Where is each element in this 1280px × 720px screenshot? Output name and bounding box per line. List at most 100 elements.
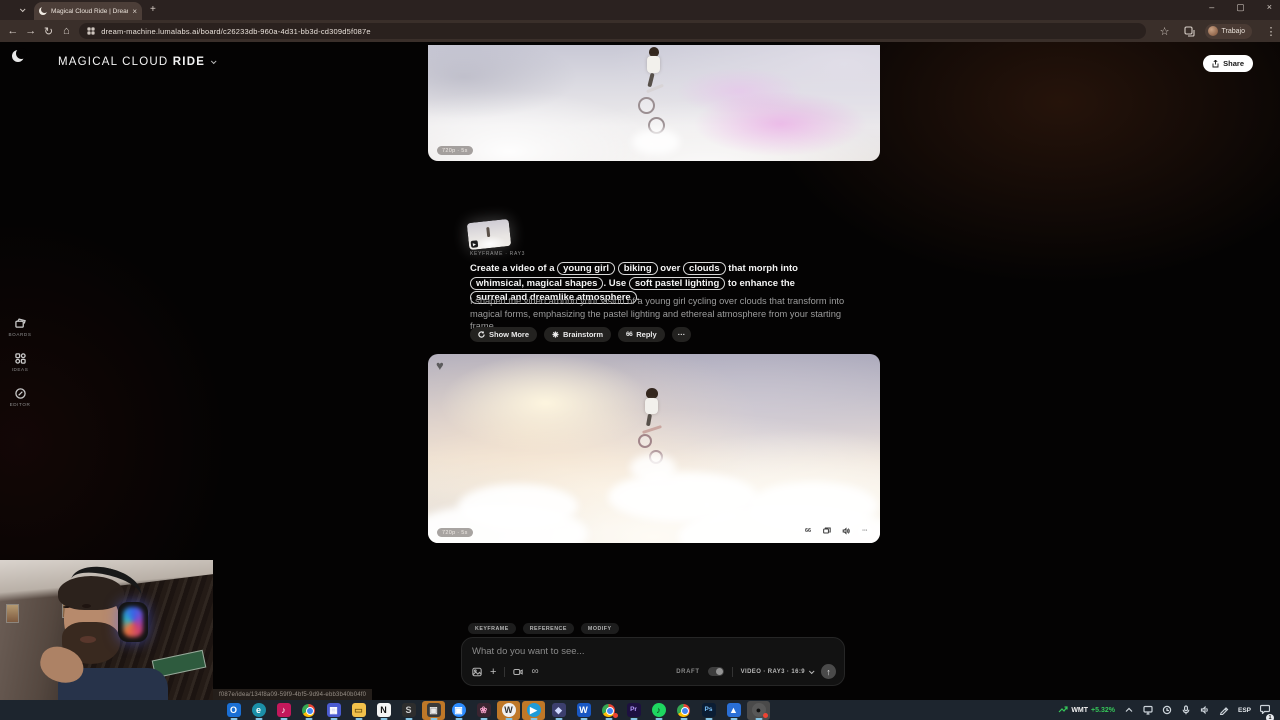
taskbar-app-premiere-pro[interactable]: Pr: [622, 701, 645, 720]
pen-icon[interactable]: [1219, 705, 1229, 715]
video-main[interactable]: ♥ 720p · 5s 66 ···: [428, 354, 880, 543]
prompt-pill[interactable]: clouds: [683, 262, 726, 275]
stock-chart-icon: [1058, 706, 1068, 713]
taskbar-app-w-app[interactable]: W: [497, 700, 520, 720]
taskbar-app-recorder-app[interactable]: ●: [747, 700, 770, 720]
taskbar-app-window-app[interactable]: ▣: [422, 700, 445, 720]
address-bar[interactable]: dream-machine.lumalabs.ai/board/c26233db…: [79, 23, 1146, 39]
sidebar-item-ideas[interactable]: IDEAS: [6, 353, 34, 372]
draft-toggle[interactable]: [707, 667, 724, 676]
prompt-pill[interactable]: soft pastel lighting: [628, 276, 726, 290]
draft-label: DRAFT: [676, 668, 700, 675]
screen: Magical Cloud Ride | Dream M... × + – ▢ …: [0, 0, 1280, 720]
tray-expand-icon[interactable]: [1124, 705, 1134, 715]
link-preview-statusbar: f087e/idea/134f8a09-59f9-4bf5-9d94-ebb3b…: [213, 689, 373, 700]
more-actions-button[interactable]: ···: [671, 327, 692, 342]
sidebar-item-editor[interactable]: EDITOR: [6, 388, 34, 407]
reload-icon[interactable]: ↻: [40, 25, 58, 38]
taskbar-app-chrome-profile3[interactable]: [672, 701, 695, 720]
maximize-button[interactable]: ▢: [1236, 2, 1245, 13]
heart-icon[interactable]: ♥: [436, 358, 444, 373]
video-camera-icon[interactable]: [513, 667, 524, 677]
taskbar-app-play-app[interactable]: ▶: [522, 700, 545, 720]
ideas-icon: [14, 353, 26, 364]
resolution-badge: 720p · 5s: [437, 146, 473, 155]
taskbar-app-music-app[interactable]: ♪: [272, 701, 295, 720]
prompt-composer: + ∞ DRAFT VIDEO · RAY3 · 16:9 ↑: [461, 637, 845, 686]
home-icon[interactable]: ⌂: [57, 25, 75, 37]
taskbar: Oe ♪ ▦ ▭ N S ▣ ▣ ❀ W ▶ ◆ W Pr ♪ Ps ▲ ● WMT +5.32% ESP 1: [0, 700, 1280, 720]
tab-keyframe[interactable]: KEYFRAME: [468, 623, 516, 634]
prompt-input[interactable]: [472, 646, 772, 657]
language-indicator[interactable]: ESP: [1238, 707, 1251, 714]
tab-reference[interactable]: REFERENCE: [522, 623, 574, 634]
mouse-cursor: [704, 502, 710, 508]
browser-tab[interactable]: Magical Cloud Ride | Dream M... ×: [34, 2, 142, 20]
chrome-icon: [302, 703, 315, 717]
running-indicator: [480, 717, 487, 720]
taskbar-app-word[interactable]: W: [572, 701, 595, 720]
generation-actions: Show More Brainstorm 66 Reply ···: [470, 327, 692, 342]
minimize-button[interactable]: –: [1209, 2, 1214, 13]
board-header[interactable]: MAGICAL CLOUD RIDE: [58, 56, 217, 68]
editor-icon: [14, 388, 26, 399]
forward-icon[interactable]: →: [22, 25, 40, 37]
taskbar-app-flower-app[interactable]: ❀: [472, 701, 495, 720]
speaker-icon[interactable]: [1200, 705, 1210, 715]
model-selector[interactable]: VIDEO · RAY3 · 16:9: [741, 667, 815, 675]
taskbar-app-chrome[interactable]: [297, 701, 320, 720]
taskbar-app-file-explorer[interactable]: ▭: [347, 701, 370, 720]
stock-widget[interactable]: WMT +5.32%: [1058, 705, 1115, 715]
new-tab-button[interactable]: +: [150, 5, 156, 15]
webcam-overlay: [0, 560, 213, 700]
tab-close-icon[interactable]: ×: [132, 7, 137, 16]
taskbar-app-sticky-app[interactable]: S: [397, 701, 420, 720]
taskbar-app-photos-app[interactable]: ▲: [722, 701, 745, 720]
prompt-pill[interactable]: whimsical, magical shapes: [470, 276, 604, 290]
prompt-pill[interactable]: young girl: [557, 262, 616, 275]
sidebar-item-boards[interactable]: BOARDS: [6, 318, 34, 337]
notification-tray[interactable]: 1: [1259, 701, 1274, 720]
rider-figure: [632, 45, 680, 161]
board-title: MAGICAL CLOUD RIDE: [58, 56, 206, 68]
frames-button[interactable]: [820, 524, 834, 538]
prompt-text-segment: . Use: [603, 277, 629, 289]
monitor-icon[interactable]: [1143, 705, 1153, 715]
taskbar-app-purple-app[interactable]: ◆: [547, 701, 570, 720]
taskbar-app-zoom[interactable]: ▣: [447, 701, 470, 720]
keyframe-thumbnail[interactable]: ▶: [466, 218, 512, 251]
taskbar-app-edge[interactable]: e: [247, 701, 270, 720]
tab-groups-icon[interactable]: [1183, 25, 1195, 37]
reply-button[interactable]: 66 Reply: [618, 327, 665, 342]
luma-logo-icon[interactable]: [12, 48, 27, 62]
back-icon[interactable]: ←: [4, 25, 22, 37]
brainstorm-button[interactable]: Brainstorm: [544, 327, 612, 342]
add-icon[interactable]: +: [490, 666, 496, 677]
video-more-button[interactable]: ···: [858, 524, 872, 538]
video-top[interactable]: 720p · 5s: [428, 45, 880, 161]
show-more-button[interactable]: Show More: [470, 327, 538, 342]
bookmark-star-icon[interactable]: ☆: [1156, 25, 1174, 38]
site-info-icon[interactable]: [87, 27, 95, 35]
taskbar-app-photoshop[interactable]: Ps: [697, 701, 720, 720]
loop-icon[interactable]: ∞: [531, 666, 538, 677]
taskbar-app-outlook[interactable]: O: [222, 701, 245, 720]
update-icon[interactable]: [1162, 705, 1172, 715]
share-button[interactable]: Share: [1203, 55, 1253, 72]
taskbar-app-notion[interactable]: N: [372, 701, 395, 720]
microphone-icon[interactable]: [1181, 705, 1191, 715]
audio-button[interactable]: [839, 524, 853, 538]
share-label: Share: [1223, 59, 1244, 68]
prompt-pill[interactable]: biking: [617, 262, 658, 275]
browser-profile-chip[interactable]: Trabajo: [1204, 23, 1252, 39]
quote-button[interactable]: 66: [801, 524, 815, 538]
taskbar-app-microsoft-store[interactable]: ▦: [322, 701, 345, 720]
browser-menu-kebab-icon[interactable]: ⋮: [1262, 25, 1280, 38]
tab-search-icon[interactable]: [19, 4, 26, 14]
tab-modify[interactable]: MODIFY: [580, 623, 619, 634]
close-button[interactable]: ×: [1267, 2, 1272, 13]
taskbar-app-spotify[interactable]: ♪: [647, 701, 670, 720]
image-icon[interactable]: [472, 667, 482, 677]
taskbar-app-chrome-profile2[interactable]: [597, 701, 620, 720]
send-button[interactable]: ↑: [821, 664, 836, 679]
